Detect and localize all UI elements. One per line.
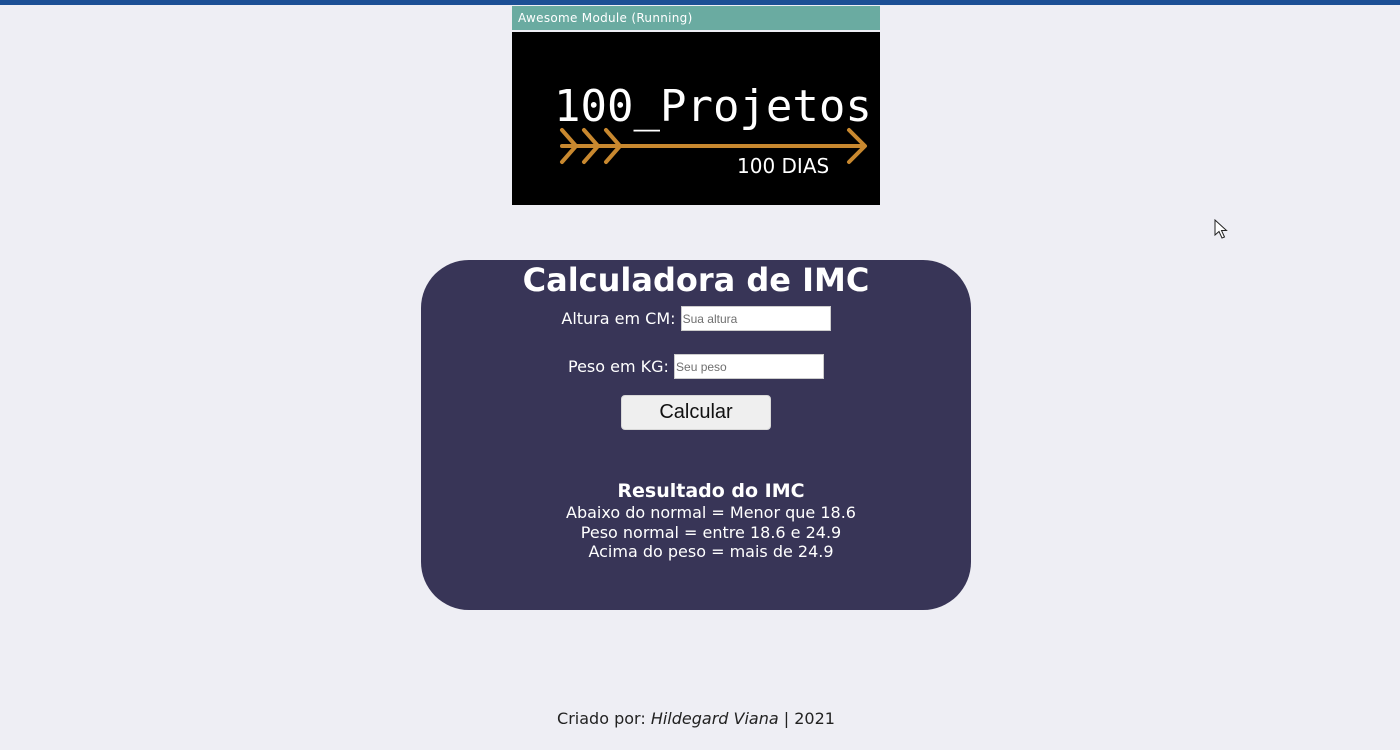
footer-year: 2021 <box>794 709 835 728</box>
weight-label: Peso em KG: <box>567 357 669 376</box>
weight-field-row: Peso em KG: <box>421 354 971 379</box>
page-footer: Criado por: Hildegard Viana | 2021 <box>0 709 1392 728</box>
weight-input[interactable] <box>674 354 825 379</box>
result-title: Resultado do IMC <box>617 480 805 502</box>
logo-graphic: 100_Projetos 100 DIAS <box>554 81 872 178</box>
result-line-overweight: Acima do peso = mais de 24.9 <box>588 542 834 561</box>
height-input[interactable] <box>680 306 831 331</box>
browser-top-bar <box>0 0 1400 5</box>
height-field-row: Altura em CM: <box>421 306 971 331</box>
calculate-button[interactable]: Calcular <box>621 395 771 430</box>
result-line-underweight: Abaixo do normal = Menor que 18.6 <box>566 503 856 522</box>
footer-author: Hildegard Viana <box>650 709 779 728</box>
logo-subtitle: 100 DIAS <box>737 154 829 178</box>
mouse-pointer-icon <box>1214 218 1228 243</box>
imc-result-panel: Resultado do IMC Abaixo do normal = Meno… <box>421 479 1001 562</box>
footer-separator: | <box>783 709 790 728</box>
logo-banner: 100_Projetos 100 DIAS <box>512 32 880 205</box>
result-line-normal: Peso normal = entre 18.6 e 24.9 <box>580 522 842 542</box>
height-label: Altura em CM: <box>561 309 676 328</box>
footer-prefix: Criado por: <box>557 709 646 728</box>
logo-title: 100_Projetos <box>554 81 872 132</box>
calculator-title: Calculadora de IMC <box>522 261 870 299</box>
imc-calculator-card: Calculadora de IMC Altura em CM: Peso em… <box>421 260 971 610</box>
module-status-bar: Awesome Module (Running) <box>512 6 880 30</box>
